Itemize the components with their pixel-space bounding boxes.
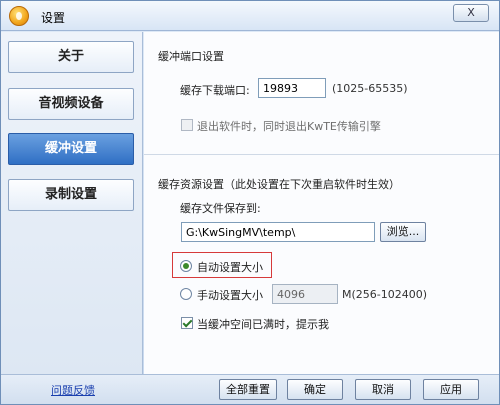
sidebar-item-record[interactable]: 录制设置 bbox=[8, 179, 134, 211]
manual-size-range: M(256-102400) bbox=[342, 288, 428, 301]
cache-resource-section-title: 缓存资源设置（此处设置在下次重启软件时生效） bbox=[158, 178, 400, 191]
exit-engine-label: 退出软件时，同时退出KwTE传输引擎 bbox=[197, 120, 381, 133]
manual-size-input[interactable] bbox=[272, 284, 338, 304]
port-label: 缓存下载端口: bbox=[180, 84, 250, 97]
ok-button[interactable]: 确定 bbox=[287, 379, 343, 400]
exit-engine-checkbox[interactable] bbox=[181, 119, 193, 131]
sidebar-item-cache[interactable]: 缓冲设置 bbox=[8, 133, 134, 165]
auto-size-label: 自动设置大小 bbox=[197, 261, 263, 274]
sidebar: 关于 音视频设备 缓冲设置 录制设置 bbox=[1, 32, 143, 374]
title-bar[interactable]: 设置 X bbox=[1, 1, 499, 31]
settings-window: 设置 X 关于 音视频设备 缓冲设置 录制设置 缓冲端口设置 缓存下载端口: (… bbox=[0, 0, 500, 405]
section-divider bbox=[144, 154, 499, 155]
auto-size-radio[interactable] bbox=[180, 260, 192, 272]
reset-all-button[interactable]: 全部重置 bbox=[219, 379, 277, 400]
browse-button[interactable]: 浏览... bbox=[380, 222, 426, 242]
notify-full-label: 当缓冲空间已满时，提示我 bbox=[197, 318, 329, 331]
manual-size-label: 手动设置大小 bbox=[197, 289, 263, 302]
cache-port-section-title: 缓冲端口设置 bbox=[158, 50, 224, 63]
close-button[interactable]: X bbox=[453, 4, 489, 22]
footer-bar: 问题反馈 全部重置 确定 取消 应用 bbox=[1, 374, 499, 404]
window-title: 设置 bbox=[41, 11, 66, 25]
notify-full-checkbox[interactable] bbox=[181, 317, 193, 329]
cancel-button[interactable]: 取消 bbox=[355, 379, 411, 400]
cache-path-input[interactable] bbox=[181, 222, 375, 242]
app-logo-icon bbox=[9, 6, 29, 26]
port-input[interactable] bbox=[258, 78, 326, 98]
feedback-link[interactable]: 问题反馈 bbox=[51, 382, 95, 398]
settings-panel: 缓冲端口设置 缓存下载端口: (1025-65535) 退出软件时，同时退出Kw… bbox=[144, 32, 499, 374]
apply-button[interactable]: 应用 bbox=[423, 379, 479, 400]
sidebar-item-av-device[interactable]: 音视频设备 bbox=[8, 88, 134, 120]
manual-size-radio[interactable] bbox=[180, 288, 192, 300]
sidebar-item-about[interactable]: 关于 bbox=[8, 41, 134, 73]
port-range: (1025-65535) bbox=[332, 82, 408, 95]
path-label: 缓存文件保存到: bbox=[180, 202, 261, 215]
